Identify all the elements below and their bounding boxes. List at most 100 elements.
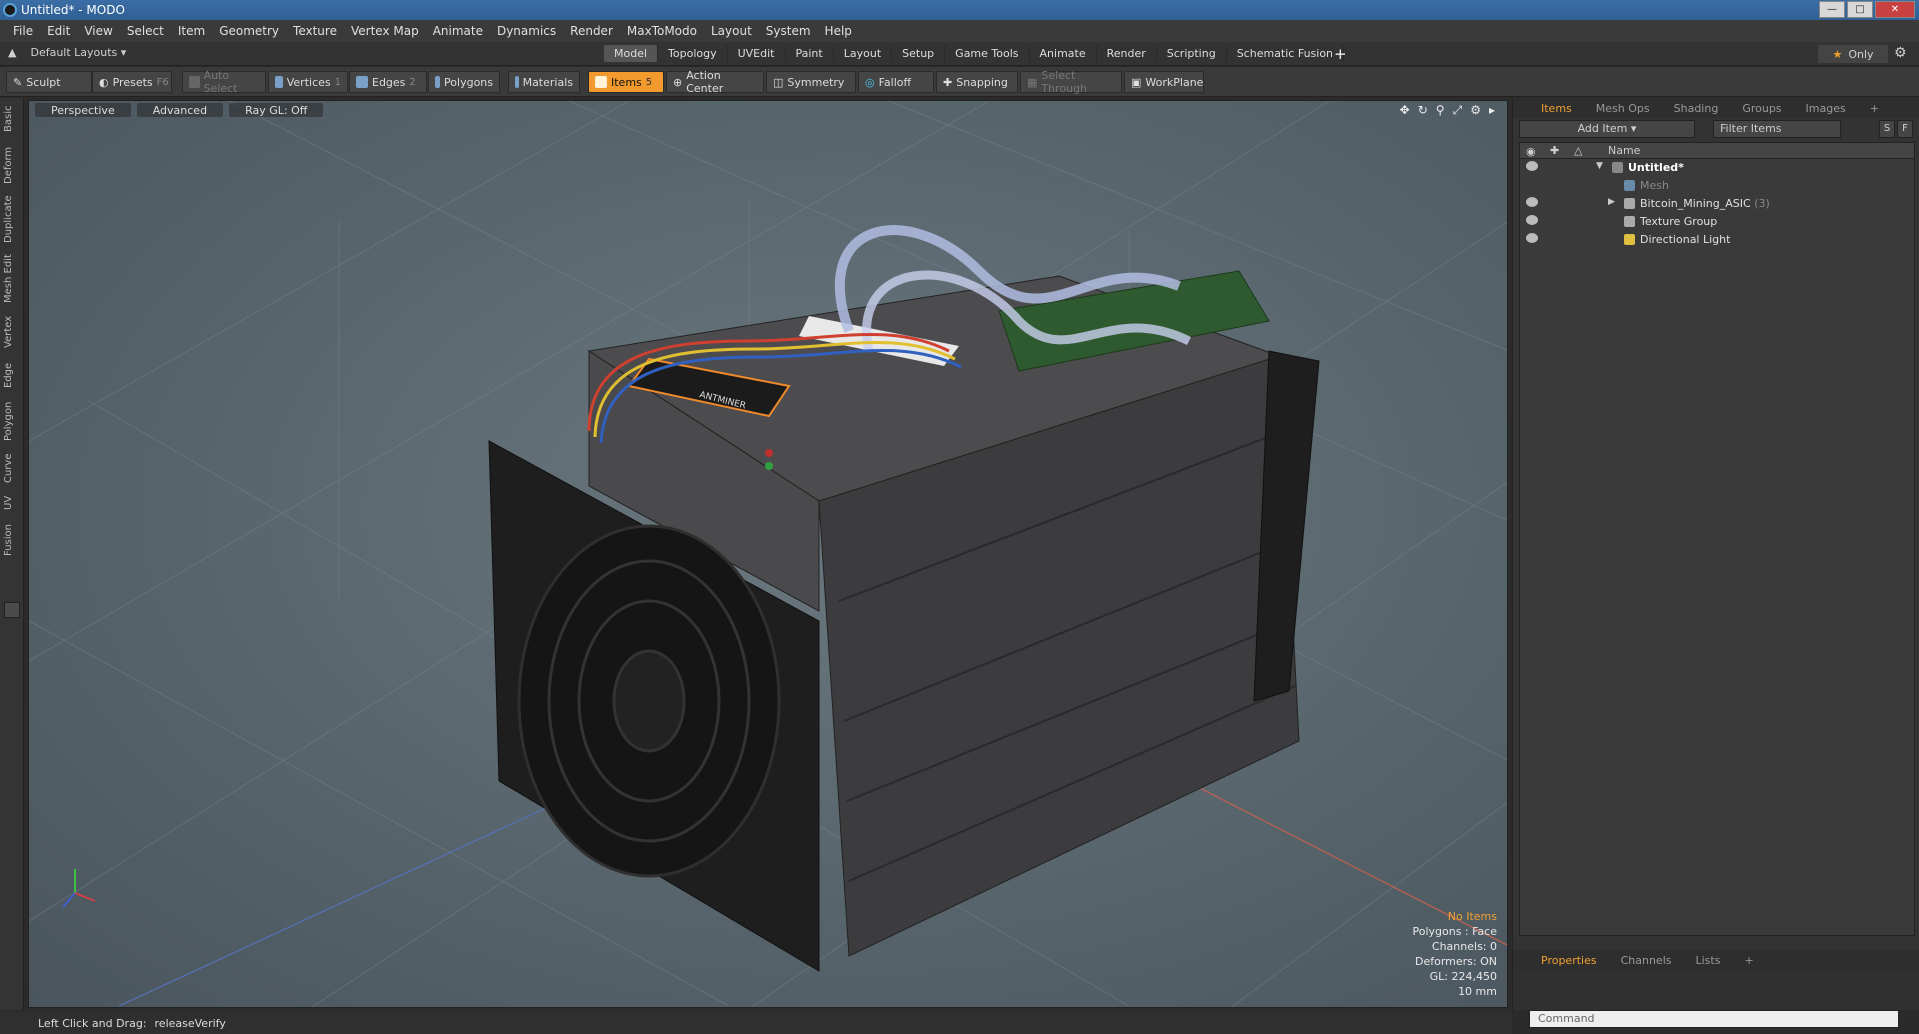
menu-dynamics[interactable]: Dynamics	[490, 24, 563, 38]
polygons-button[interactable]: Polygons	[428, 71, 500, 93]
viewport-gear-icon[interactable]: ⚙	[1470, 103, 1481, 118]
tab-uvedit[interactable]: UVEdit	[728, 45, 786, 62]
tab-items[interactable]: Items	[1529, 102, 1584, 115]
panel-toggle-button[interactable]	[4, 602, 20, 618]
menu-item[interactable]: Item	[171, 24, 212, 38]
workplane-icon: ▣	[1131, 75, 1142, 89]
layout-up-icon[interactable]: ▲	[8, 46, 16, 59]
tab-mesh-ops[interactable]: Mesh Ops	[1584, 102, 1662, 115]
tab-model[interactable]: Model	[604, 45, 659, 62]
snapping-button[interactable]: ✚ Snapping	[936, 71, 1018, 93]
minimize-icon[interactable]: —	[1819, 1, 1845, 18]
menu-vertex-map[interactable]: Vertex Map	[344, 24, 426, 38]
visibility-eye-icon[interactable]	[1526, 233, 1538, 243]
zoom-icon[interactable]: ⚲	[1436, 103, 1445, 118]
sculpt-button[interactable]: ✎ Sculpt	[6, 71, 92, 93]
workplane-button[interactable]: ▣ WorkPlane	[1124, 71, 1204, 93]
s-button[interactable]: S	[1879, 120, 1895, 138]
action-center-button[interactable]: ⊕ Action Center	[666, 69, 764, 95]
tab-setup[interactable]: Setup	[892, 45, 946, 62]
tab-lists[interactable]: Lists	[1684, 954, 1733, 967]
menu-geometry[interactable]: Geometry	[212, 24, 286, 38]
tab-animate[interactable]: Animate	[1030, 45, 1097, 62]
menu-view[interactable]: View	[77, 24, 119, 38]
falloff-button[interactable]: ◎ Falloff	[858, 71, 934, 93]
vtab-basic[interactable]: Basic	[3, 104, 21, 134]
tab-game-tools[interactable]: Game Tools	[945, 45, 1030, 62]
maximize-icon[interactable]: □	[1847, 1, 1873, 18]
gear-icon[interactable]: ⚙	[1894, 45, 1907, 61]
maximize-viewport-icon[interactable]: ⤢	[1453, 103, 1463, 118]
viewport-raygl-toggle[interactable]: Ray GL: Off	[229, 103, 324, 117]
menu-file[interactable]: File	[6, 24, 40, 38]
vtab-vertex[interactable]: Vertex	[3, 314, 21, 350]
vtab-mesh-edit[interactable]: Mesh Edit	[3, 254, 21, 304]
vtab-edge[interactable]: Edge	[3, 360, 21, 390]
visibility-eye-icon[interactable]	[1526, 161, 1538, 171]
only-button[interactable]: ★ Only	[1818, 45, 1888, 63]
tab-render[interactable]: Render	[1097, 45, 1157, 62]
list-item[interactable]: ▼ Untitled*	[1520, 159, 1914, 177]
filter-items-input[interactable]: Filter Items	[1713, 120, 1841, 138]
menu-help[interactable]: Help	[818, 24, 859, 38]
visibility-eye-icon[interactable]	[1526, 197, 1538, 207]
menu-layout[interactable]: Layout	[704, 24, 759, 38]
list-item[interactable]: ▶ Bitcoin_Mining_ASIC (3)	[1520, 195, 1914, 213]
add-panel-tab-icon[interactable]: +	[1858, 102, 1891, 115]
menu-system[interactable]: System	[759, 24, 818, 38]
rotate-icon[interactable]: ↻	[1418, 103, 1428, 118]
symmetry-button[interactable]: ◫ Symmetry	[766, 71, 856, 93]
menu-animate[interactable]: Animate	[426, 24, 490, 38]
list-item[interactable]: Directional Light	[1520, 231, 1914, 249]
tab-scripting[interactable]: Scripting	[1157, 45, 1227, 62]
menu-edit[interactable]: Edit	[40, 24, 77, 38]
auto-select-button[interactable]: Auto Select	[182, 69, 266, 95]
viewport-menu-icon[interactable]: ▸	[1489, 103, 1495, 118]
menu-render[interactable]: Render	[563, 24, 620, 38]
presets-button[interactable]: ◐ Presets F6	[92, 71, 172, 93]
collapse-triangle-icon[interactable]: ▼	[1596, 161, 1603, 171]
left-tool-tabs: Basic Deform Duplicate Mesh Edit Vertex …	[0, 98, 24, 1010]
close-icon[interactable]: ✕	[1875, 1, 1915, 18]
materials-button[interactable]: Materials	[508, 71, 580, 93]
right-panel: Items Mesh Ops Shading Groups Images + A…	[1512, 98, 1919, 1028]
tab-schematic-fusion[interactable]: Schematic Fusion	[1227, 45, 1345, 62]
list-item[interactable]: Mesh	[1520, 177, 1914, 195]
items-button[interactable]: Items 5	[588, 71, 664, 93]
add-tab-icon[interactable]: +	[1334, 45, 1347, 63]
menu-texture[interactable]: Texture	[286, 24, 344, 38]
auto-select-icon	[189, 76, 200, 88]
add-properties-tab-icon[interactable]: +	[1732, 954, 1765, 967]
tab-groups[interactable]: Groups	[1730, 102, 1793, 115]
tab-properties[interactable]: Properties	[1529, 954, 1609, 967]
select-through-button[interactable]: ▦ Select Through	[1020, 69, 1122, 95]
tab-layout[interactable]: Layout	[834, 45, 893, 62]
viewport-shading-dropdown[interactable]: Advanced	[136, 103, 224, 117]
vtab-duplicate[interactable]: Duplicate	[3, 194, 21, 244]
tab-channels[interactable]: Channels	[1609, 954, 1684, 967]
hud-deformers: Deformers: ON	[1415, 955, 1497, 968]
layouts-dropdown[interactable]: Default Layouts ▾	[30, 46, 126, 59]
tab-images[interactable]: Images	[1794, 102, 1858, 115]
list-item[interactable]: Texture Group	[1520, 213, 1914, 231]
menu-select[interactable]: Select	[120, 24, 171, 38]
vertices-button[interactable]: Vertices 1	[268, 71, 348, 93]
vtab-fusion[interactable]: Fusion	[3, 522, 21, 558]
vtab-uv[interactable]: UV	[3, 494, 21, 512]
f-button[interactable]: F	[1897, 120, 1913, 138]
edges-button[interactable]: Edges 2	[349, 71, 427, 93]
visibility-eye-icon[interactable]	[1526, 215, 1538, 225]
command-input[interactable]: Command	[1529, 1010, 1899, 1028]
pan-icon[interactable]: ✥	[1400, 103, 1410, 118]
tab-shading[interactable]: Shading	[1662, 102, 1731, 115]
tab-paint[interactable]: Paint	[786, 45, 834, 62]
expand-triangle-icon[interactable]: ▶	[1608, 197, 1615, 207]
menu-maxtomodo[interactable]: MaxToModo	[620, 24, 704, 38]
3d-viewport[interactable]: ANTMINER Perspective Advanced Ray GL: Of…	[28, 100, 1508, 1008]
vtab-deform[interactable]: Deform	[3, 146, 21, 184]
vtab-curve[interactable]: Curve	[3, 452, 21, 484]
vtab-polygon[interactable]: Polygon	[3, 400, 21, 442]
add-item-button[interactable]: Add Item ▾	[1519, 120, 1695, 138]
tab-topology[interactable]: Topology	[658, 45, 728, 62]
viewport-perspective-dropdown[interactable]: Perspective	[35, 103, 131, 117]
